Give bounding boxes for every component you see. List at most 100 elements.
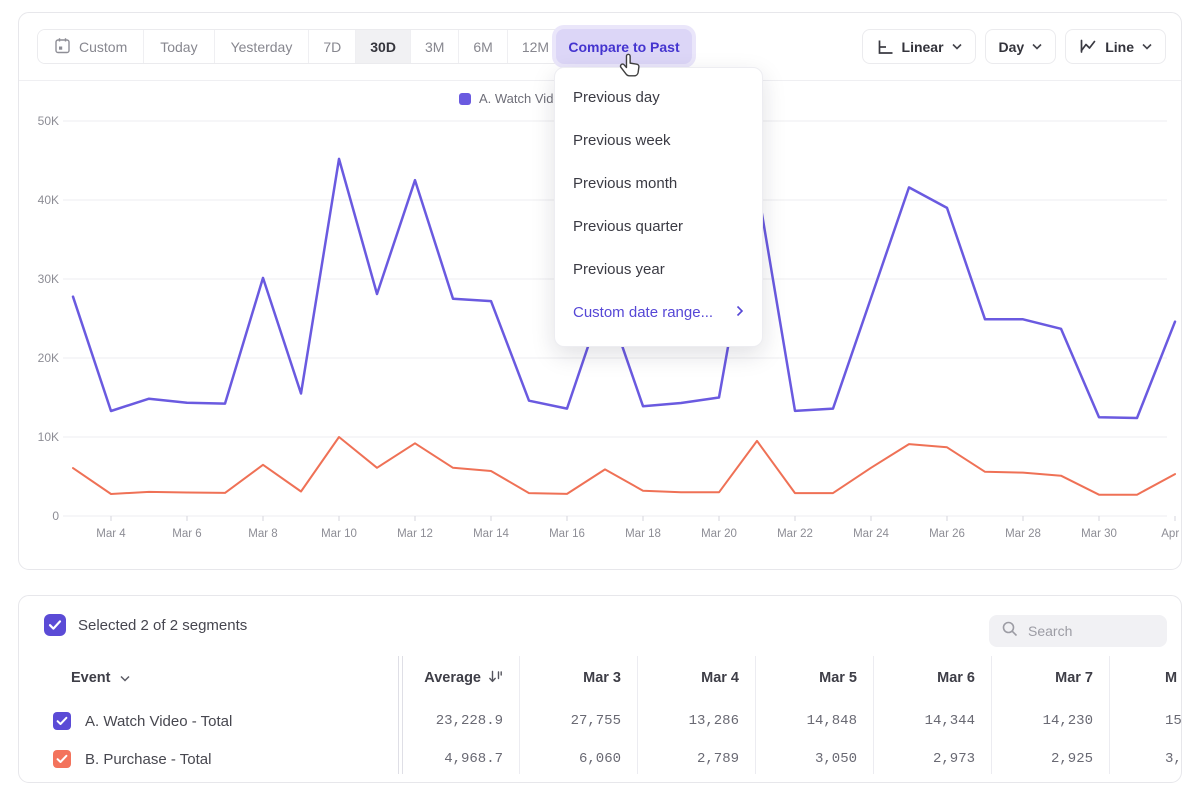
- date-range-custom[interactable]: Custom: [38, 30, 144, 63]
- column-header-event[interactable]: Event: [19, 654, 401, 702]
- column-divider: [398, 656, 399, 774]
- scale-select-label: Linear: [902, 39, 944, 55]
- table-cell: 14,230: [991, 702, 1109, 740]
- legend-swatch-watch-video[interactable]: [459, 93, 471, 105]
- date-range-30d[interactable]: 30D: [356, 30, 411, 63]
- row-label: B. Purchase - Total: [85, 751, 211, 768]
- x-axis-label: Mar 20: [701, 528, 737, 540]
- linear-axis-icon: [876, 39, 894, 55]
- date-range-3m[interactable]: 3M: [411, 30, 459, 63]
- table-cell: 27,755: [519, 702, 637, 740]
- chevron-down-icon: [1142, 43, 1152, 50]
- segments-header: Selected 2 of 2 segments: [19, 596, 1181, 654]
- column-divider: [755, 656, 756, 774]
- menu-item-previous-week[interactable]: Previous week: [555, 119, 762, 162]
- x-axis-label: Mar 4: [96, 528, 126, 540]
- search-input[interactable]: [1028, 623, 1148, 639]
- check-icon: [56, 754, 68, 764]
- legend: A. Watch Vide: [459, 91, 561, 106]
- row-checkbox-watch-video[interactable]: [53, 712, 71, 730]
- y-axis-label: 50K: [38, 114, 59, 128]
- table-cell: 14,848: [755, 702, 873, 740]
- column-header-date: Mar 7: [991, 654, 1109, 702]
- chevron-down-icon: [1032, 43, 1042, 50]
- date-range-yesterday[interactable]: Yesterday: [215, 30, 310, 63]
- date-range-12m[interactable]: 12M: [508, 30, 563, 63]
- x-axis-label: Mar 14: [473, 528, 509, 540]
- sort-descending-icon: [488, 669, 503, 688]
- x-axis-label: Mar 12: [397, 528, 433, 540]
- line-chart-icon: [1079, 39, 1097, 54]
- x-axis-label: Mar 24: [853, 528, 889, 540]
- column-header-date: Mar 4: [637, 654, 755, 702]
- table-cell: 23,228.9: [401, 702, 519, 740]
- date-range-7d[interactable]: 7D: [309, 30, 356, 63]
- chart-view-controls: Linear Day: [862, 29, 1166, 64]
- analytics-page: Custom Today Yesterday 7D 30D 3M 6M 12M …: [0, 0, 1200, 802]
- column-header-average[interactable]: Average: [401, 654, 519, 702]
- granularity-select-label: Day: [999, 39, 1025, 55]
- scale-select[interactable]: Linear: [862, 29, 976, 64]
- column-header-date: Mar 5: [755, 654, 873, 702]
- event-header-label: Event: [71, 670, 111, 686]
- x-axis-label: Mar 22: [777, 528, 813, 540]
- table-cell: 2,973: [873, 740, 991, 778]
- table-cell: 3,050: [755, 740, 873, 778]
- y-axis-label: 40K: [38, 193, 59, 207]
- chart-type-select-label: Line: [1105, 39, 1134, 55]
- chart-panel: Custom Today Yesterday 7D 30D 3M 6M 12M …: [18, 12, 1182, 570]
- x-axis-label: Mar 26: [929, 528, 965, 540]
- y-axis-label: 20K: [38, 351, 59, 365]
- menu-item-previous-month[interactable]: Previous month: [555, 162, 762, 205]
- select-all-checkbox[interactable]: [44, 614, 66, 636]
- chevron-right-icon: [736, 304, 744, 321]
- chevron-down-icon: [120, 670, 130, 686]
- segments-panel: Selected 2 of 2 segments Event Average: [18, 595, 1182, 783]
- granularity-select[interactable]: Day: [985, 29, 1057, 64]
- row-label: A. Watch Video - Total: [85, 713, 232, 730]
- menu-item-previous-year[interactable]: Previous year: [555, 248, 762, 291]
- x-axis-label: Mar 28: [1005, 528, 1041, 540]
- column-header-date: Mar 3: [519, 654, 637, 702]
- y-axis-label: 30K: [38, 272, 59, 286]
- menu-item-previous-day[interactable]: Previous day: [555, 76, 762, 119]
- y-axis-label: 10K: [38, 430, 59, 444]
- table-cell: 2,925: [991, 740, 1109, 778]
- table-row-watch-video: A. Watch Video - Total: [19, 702, 401, 740]
- x-axis-label: Mar 30: [1081, 528, 1117, 540]
- column-divider: [637, 656, 638, 774]
- column-divider: [519, 656, 520, 774]
- column-divider: [991, 656, 992, 774]
- check-icon: [48, 619, 62, 631]
- legend-label[interactable]: A. Watch Vide: [479, 91, 561, 106]
- table-cell: 4,968.7: [401, 740, 519, 778]
- column-header-date: Mar 6: [873, 654, 991, 702]
- menu-item-previous-quarter[interactable]: Previous quarter: [555, 205, 762, 248]
- chevron-down-icon: [952, 43, 962, 50]
- table-cell: 6,060: [519, 740, 637, 778]
- menu-item-custom-date-range[interactable]: Custom date range...: [555, 291, 762, 334]
- chart-type-select[interactable]: Line: [1065, 29, 1166, 64]
- compare-to-past-menu: Previous day Previous week Previous mont…: [554, 67, 763, 347]
- x-axis-label: Mar 18: [625, 528, 661, 540]
- x-axis-label: Mar 8: [248, 528, 277, 540]
- column-header-date-clipped: M: [1109, 654, 1182, 702]
- check-icon: [56, 716, 68, 726]
- custom-date-range-label: Custom date range...: [573, 304, 713, 321]
- x-axis-label: Mar 10: [321, 528, 357, 540]
- table-cell-clipped: 3,: [1109, 740, 1182, 778]
- date-range-6m[interactable]: 6M: [459, 30, 507, 63]
- date-range-control: Custom Today Yesterday 7D 30D 3M 6M 12M: [37, 29, 564, 64]
- series-line-2: [73, 437, 1175, 495]
- column-divider: [1109, 656, 1110, 774]
- row-checkbox-purchase[interactable]: [53, 750, 71, 768]
- table-cell: 2,789: [637, 740, 755, 778]
- y-axis-label: 0: [52, 509, 59, 523]
- date-range-label: Custom: [79, 39, 127, 55]
- table-row-purchase: B. Purchase - Total: [19, 740, 401, 778]
- date-range-today[interactable]: Today: [144, 30, 214, 63]
- cursor-pointer-icon: [618, 53, 644, 81]
- segments-table: Event Average Mar 3 Mar 4 Mar 5 Mar 6 Ma…: [19, 654, 1182, 778]
- selected-segments-text: Selected 2 of 2 segments: [78, 617, 247, 634]
- search-box[interactable]: [989, 615, 1167, 647]
